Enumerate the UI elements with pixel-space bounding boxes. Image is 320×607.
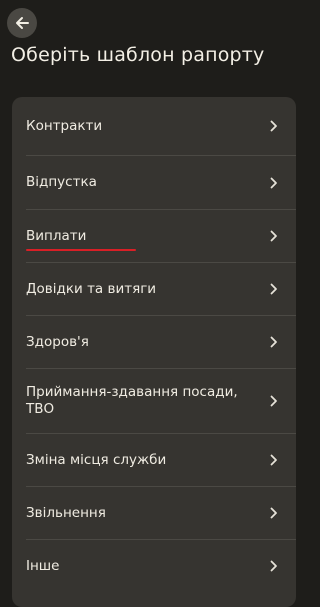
menu-item-label: Контракти <box>26 117 103 134</box>
menu-item-label: Зміна місця служби <box>26 451 167 468</box>
page-title: Оберіть шаблон рапорту <box>11 44 265 66</box>
menu-item-label: Звільнення <box>26 504 106 521</box>
chevron-right-icon <box>270 507 277 519</box>
chevron-right-icon <box>270 336 277 348</box>
menu-item-label: Довідки та витяги <box>26 280 157 297</box>
menu-item-label: Відпустка <box>26 174 97 190</box>
menu-item-label: Приймання-здавання посади, ТВО <box>26 384 238 417</box>
chevron-right-icon <box>270 395 277 407</box>
menu-item-label: Здоров'я <box>26 333 89 350</box>
template-list: Контракти Відпустка Виплати Довідки та в… <box>12 97 296 607</box>
chevron-right-icon <box>270 177 277 188</box>
chevron-right-icon <box>270 230 277 242</box>
chevron-right-icon <box>270 454 277 466</box>
menu-item-health[interactable]: Здоров'я <box>26 316 296 368</box>
menu-item-contracts[interactable]: Контракти <box>26 97 296 155</box>
menu-item-payments[interactable]: Виплати <box>26 210 296 262</box>
menu-item-label: Інше <box>26 557 60 574</box>
menu-item-dismissal[interactable]: Звільнення <box>26 487 296 539</box>
menu-item-other[interactable]: Інше <box>26 540 296 592</box>
menu-item-certificates[interactable]: Довідки та витяги <box>26 263 296 315</box>
arrow-left-icon <box>16 17 29 29</box>
chevron-right-icon <box>270 120 277 132</box>
menu-item-change-duty-station[interactable]: Зміна місця служби <box>26 434 296 486</box>
menu-item-position-handover[interactable]: Приймання-здавання посади, ТВО <box>26 369 296 433</box>
chevron-right-icon <box>270 283 277 295</box>
back-button[interactable] <box>7 8 37 38</box>
chevron-right-icon <box>270 560 277 572</box>
menu-item-label: Виплати <box>26 227 138 251</box>
menu-item-vacation[interactable]: Відпустка <box>26 156 296 209</box>
